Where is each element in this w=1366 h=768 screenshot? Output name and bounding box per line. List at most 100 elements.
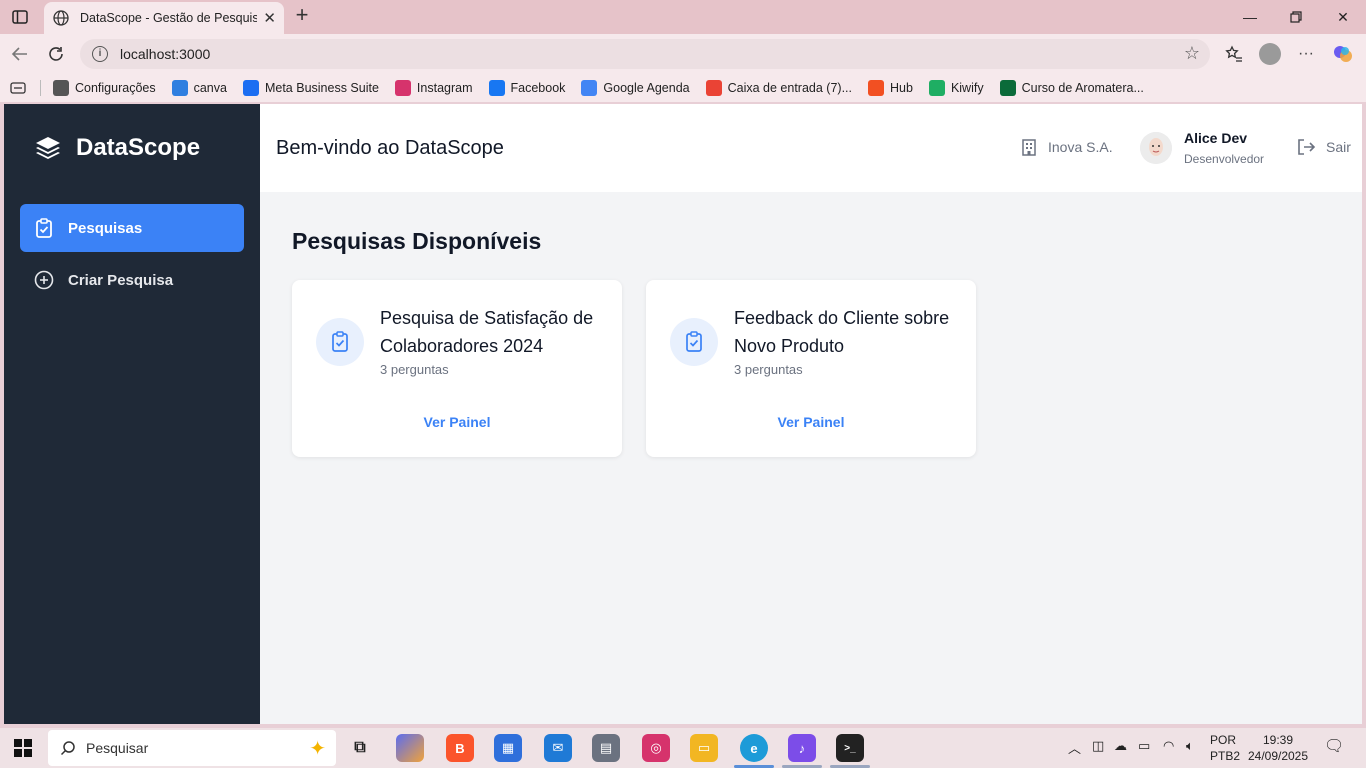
meet-now-icon[interactable]: ◫	[1092, 738, 1104, 754]
bookmark-item[interactable]: Kiwify	[928, 80, 984, 96]
microsoft-store-icon[interactable]: ▦	[494, 734, 522, 762]
terminal-icon[interactable]: >_	[836, 734, 864, 762]
survey-icon-circle	[316, 318, 364, 366]
site-info-icon[interactable]: i	[92, 46, 108, 62]
survey-question-count: 3 perguntas	[380, 362, 449, 377]
logout-icon	[1298, 139, 1316, 155]
profile-button[interactable]	[1258, 42, 1282, 66]
battery-icon[interactable]: ▭	[1138, 738, 1150, 754]
plus-circle-icon	[34, 270, 54, 290]
hub-icon	[868, 80, 884, 96]
bookmark-label: Instagram	[416, 81, 473, 95]
bookmark-item[interactable]: canva	[171, 80, 227, 96]
canva-icon	[171, 80, 188, 96]
bookmark-label: Hub	[890, 81, 913, 95]
bookmark-label: Google Agenda	[603, 81, 690, 95]
language-code: POR	[1210, 733, 1237, 747]
taskbar: Pesquisar ✦ ⧉ B ▦ ✉ ▤ ◎ ▭ e ♪ >_ ︿ ◫ ☁ ▭…	[0, 728, 1366, 768]
instagram-app-icon[interactable]: ◎	[642, 734, 670, 762]
browser-tabstrip: DataScope - Gestão de Pesquisas ✕ + — ✕	[0, 0, 1366, 34]
file-explorer-icon[interactable]: ▭	[690, 734, 718, 762]
bookmark-item[interactable]: Configurações	[53, 80, 156, 96]
section-title: Pesquisas Disponíveis	[292, 228, 542, 254]
brand-name: DataScope	[76, 134, 201, 161]
chevron-up-icon[interactable]: ︿	[1068, 738, 1081, 757]
bookmark-label: Facebook	[510, 81, 566, 95]
instagram-icon	[394, 80, 411, 96]
bookmark-item[interactable]: Caixa de entrada (7)...	[705, 80, 852, 96]
system-clock[interactable]: 19:39 24/09/2025	[1246, 732, 1310, 764]
language-indicator[interactable]: POR PTB2	[1210, 732, 1240, 764]
reading-mode-icon[interactable]	[10, 82, 26, 94]
nav-item-criar-pesquisa[interactable]: Criar Pesquisa	[20, 256, 244, 304]
favorite-star-icon[interactable]: ☆	[1184, 43, 1200, 64]
survey-question-count: 3 perguntas	[734, 362, 803, 377]
logout-button[interactable]: Sair	[1296, 138, 1351, 156]
mail-icon[interactable]: ✉	[544, 734, 572, 762]
bookmark-item[interactable]: Instagram	[394, 80, 473, 96]
bookmark-item[interactable]: Google Agenda	[581, 80, 690, 96]
bookmark-item[interactable]: Hub	[868, 80, 913, 96]
taskbar-search[interactable]: Pesquisar ✦	[48, 730, 336, 766]
view-dashboard-link[interactable]: Ver Painel	[646, 414, 976, 430]
copilot-icon[interactable]	[1331, 42, 1355, 66]
clipboard-check-icon	[36, 218, 52, 238]
brave-browser-icon[interactable]: B	[446, 734, 474, 762]
bookmarks-separator	[40, 80, 41, 96]
user-name: Alice Dev	[1184, 130, 1248, 146]
copilot-app-icon[interactable]	[396, 734, 424, 762]
new-tab-button[interactable]: +	[290, 4, 314, 28]
music-app-icon[interactable]: ♪	[788, 734, 816, 762]
clipboard-check-icon	[332, 331, 348, 352]
browser-tab-active[interactable]: DataScope - Gestão de Pesquisas ✕	[44, 2, 284, 34]
more-menu-icon[interactable]: ···	[1294, 42, 1318, 66]
sparkle-icon: ✦	[309, 738, 326, 760]
minimize-button[interactable]: —	[1238, 6, 1262, 28]
bookmark-item[interactable]: Curso de Aromatera...	[999, 80, 1144, 96]
reload-button[interactable]	[44, 42, 68, 66]
layers-logo-icon	[36, 137, 60, 159]
user-profile[interactable]: Alice Dev Desenvolvedor	[1140, 130, 1264, 166]
gmail-icon	[705, 80, 722, 96]
address-bar[interactable]: i localhost:3000 ☆	[80, 39, 1210, 69]
company-name: Inova S.A.	[1048, 139, 1113, 155]
meta-icon	[242, 80, 259, 96]
bookmark-item[interactable]: Meta Business Suite	[242, 80, 379, 96]
kiwify-icon	[928, 80, 945, 96]
onedrive-icon[interactable]: ☁	[1114, 738, 1127, 754]
bookmark-label: Curso de Aromatera...	[1021, 81, 1144, 95]
calendar-icon	[581, 80, 598, 96]
clock-time: 19:39	[1262, 733, 1294, 747]
tab-actions-button[interactable]	[8, 6, 32, 28]
logout-label: Sair	[1326, 139, 1351, 155]
search-placeholder: Pesquisar	[86, 740, 149, 756]
volume-icon[interactable]: 🔈︎	[1186, 738, 1194, 754]
nav-item-pesquisas[interactable]: Pesquisas	[20, 204, 244, 252]
notification-icon[interactable]: 🗨︎	[1324, 736, 1344, 756]
clipboard-check-icon	[686, 331, 702, 352]
back-button[interactable]	[8, 42, 32, 66]
task-view-icon[interactable]: ⧉	[346, 734, 374, 762]
survey-title: Pesquisa de Satisfação de Colaboradores …	[380, 308, 594, 356]
facebook-icon	[488, 80, 505, 96]
bookmark-label: Meta Business Suite	[264, 81, 379, 95]
bookmark-item[interactable]: Facebook	[488, 80, 566, 96]
edge-browser-icon[interactable]: e	[740, 734, 768, 762]
course-icon	[999, 80, 1016, 96]
company-info: Inova S.A.	[1020, 138, 1113, 156]
close-window-button[interactable]: ✕	[1331, 6, 1355, 28]
browser-toolbar: i localhost:3000 ☆ ···	[0, 34, 1366, 74]
restore-button[interactable]	[1284, 6, 1308, 28]
clock-date: 24/09/2025	[1247, 749, 1309, 763]
view-dashboard-link[interactable]: Ver Painel	[292, 414, 622, 430]
tab-title: DataScope - Gestão de Pesquisas	[80, 11, 258, 25]
wifi-icon[interactable]: ◠	[1163, 738, 1174, 754]
calculator-icon[interactable]: ▤	[592, 734, 620, 762]
brand[interactable]: DataScope	[34, 134, 200, 162]
favorites-icon[interactable]	[1222, 42, 1246, 66]
close-tab-icon[interactable]: ✕	[263, 9, 276, 27]
keyboard-layout: PTB2	[1210, 749, 1241, 763]
windows-start-icon[interactable]	[14, 739, 32, 757]
sidebar: DataScope Pesquisas Criar Pesquisa	[4, 104, 260, 724]
bookmark-label: Caixa de entrada (7)...	[727, 81, 852, 95]
